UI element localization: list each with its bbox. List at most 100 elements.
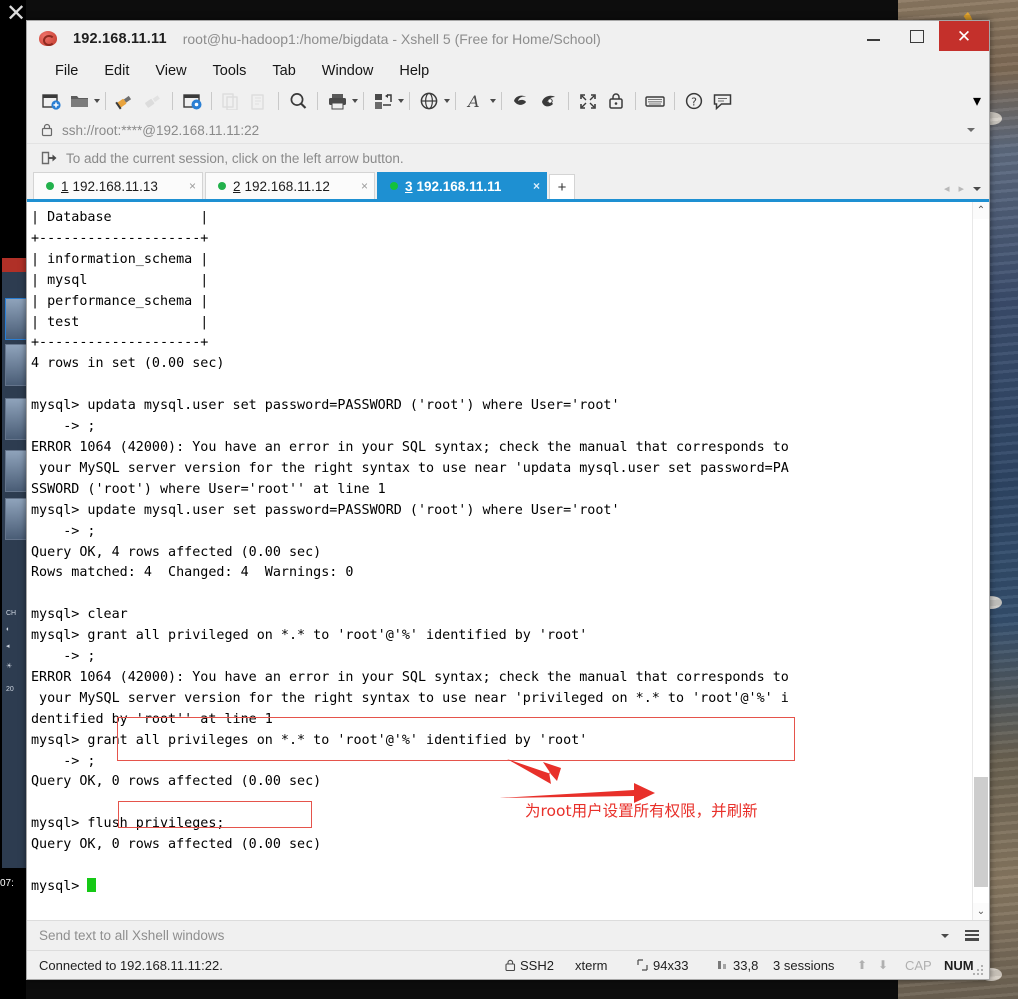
address-bar-dropdown-icon[interactable]	[967, 128, 975, 132]
terminal-line: Query OK, 0 rows affected (0.00 sec)	[31, 774, 322, 790]
menu-item-edit[interactable]: Edit	[94, 61, 139, 81]
terminal-line: -> ;	[31, 523, 96, 539]
terminal-line: SSWORD ('root') where User='root'' at li…	[31, 481, 386, 497]
tab-close-icon[interactable]: ×	[351, 179, 368, 193]
terminal-line: | mysql |	[31, 272, 209, 288]
window-title-text: root@hu-hadoop1:/home/bigdata - Xshell 5…	[182, 31, 601, 47]
tab-next-icon[interactable]: ▸	[958, 182, 964, 195]
terminal-line: your MySQL server version for the right …	[31, 690, 789, 706]
menu-item-tools[interactable]: Tools	[203, 61, 257, 81]
menu-item-window[interactable]: Window	[312, 61, 384, 81]
print-icon[interactable]	[323, 88, 351, 114]
tab-192-168-11-13[interactable]: 1 192.168.11.13 ×	[33, 172, 203, 199]
background-list-item	[5, 498, 27, 540]
toolbar-overflow-icon[interactable]: ▾	[973, 91, 981, 111]
toolbar-separator	[568, 92, 569, 110]
open-folder-icon[interactable]	[65, 88, 93, 114]
print-dropdown-icon[interactable]	[352, 99, 358, 103]
globe-icon[interactable]	[415, 88, 443, 114]
xshell-window: 192.168.11.11 root@hu-hadoop1:/home/bigd…	[26, 20, 990, 980]
tab-close-icon[interactable]: ×	[179, 179, 196, 193]
session-properties-icon[interactable]	[178, 88, 206, 114]
toolbar-separator	[635, 92, 636, 110]
close-button[interactable]: ✕	[939, 21, 989, 51]
lock-icon	[505, 959, 516, 971]
status-down-arrow-icon: ⬇	[878, 958, 889, 972]
terminal-line: mysql> flush privileges;	[31, 816, 225, 832]
address-bar[interactable]: ssh://root:****@192.168.11.11:22	[27, 117, 989, 144]
transfer-dropdown-icon[interactable]	[398, 99, 404, 103]
resize-grip-icon[interactable]	[973, 964, 985, 976]
background-close-icon[interactable]: ✕	[6, 2, 26, 26]
new-tab-button[interactable]: +	[549, 174, 575, 199]
terminal-scrollbar[interactable]: ⌃ ⌄	[972, 202, 989, 920]
tab-bar: 1 192.168.11.13 × 2 192.168.11.12 × 3 19…	[27, 172, 989, 202]
maximize-button[interactable]	[895, 21, 939, 51]
window-titlebar[interactable]: 192.168.11.11 root@hu-hadoop1:/home/bigd…	[27, 21, 989, 57]
minimize-button[interactable]	[851, 21, 895, 51]
status-cursor-pos: 33,8	[733, 957, 759, 973]
terminal-output[interactable]: | Database | +--------------------+ | info…	[27, 202, 972, 920]
connect-plug-icon[interactable]	[111, 88, 139, 114]
new-session-icon[interactable]	[37, 88, 65, 114]
feedback-icon[interactable]	[708, 88, 736, 114]
xftp-icon[interactable]	[507, 88, 535, 114]
fullscreen-icon[interactable]	[574, 88, 602, 114]
menu-item-tab[interactable]: Tab	[262, 61, 305, 81]
scrollbar-up-arrow[interactable]: ⌃	[973, 202, 989, 219]
terminal-line: mysql> updata mysql.user set password=PA…	[31, 398, 620, 414]
terminal-line: +--------------------+	[31, 335, 209, 351]
tab-label: 192.168.11.12	[244, 178, 330, 194]
menu-item-file[interactable]: File	[45, 61, 88, 81]
font-icon[interactable]: A	[461, 88, 489, 114]
menu-item-help[interactable]: Help	[389, 61, 439, 81]
toolbar-separator	[211, 92, 212, 110]
xagent-icon[interactable]	[535, 88, 563, 114]
transfer-icon[interactable]	[369, 88, 397, 114]
help-icon[interactable]: ?	[680, 88, 708, 114]
window-title-ip: 192.168.11.11	[73, 31, 167, 47]
toolbar-separator	[278, 92, 279, 110]
globe-dropdown-icon[interactable]	[444, 99, 450, 103]
tab-number: 3	[405, 178, 413, 194]
background-window-strip: CH ◐ ◂ ☀ 20 07:	[0, 0, 27, 999]
toolbar-separator	[105, 92, 106, 110]
window-controls: ✕	[851, 21, 989, 51]
terminal-line: mysql> grant all privileges on *.* to 'r…	[31, 732, 588, 748]
tab-192-168-11-11[interactable]: 3 192.168.11.11 ×	[377, 172, 547, 199]
scrollbar-thumb[interactable]	[974, 777, 988, 887]
background-list-item	[5, 298, 27, 340]
status-size: 94x33	[653, 957, 689, 973]
tab-close-icon[interactable]: ×	[523, 179, 540, 193]
terminal-size-icon	[637, 959, 648, 971]
tab-list-dropdown-icon[interactable]	[973, 186, 981, 191]
send-text-dropdown-icon[interactable]	[941, 933, 949, 938]
font-dropdown-icon[interactable]	[490, 99, 496, 103]
status-protocol: SSH2	[520, 957, 554, 973]
keyboard-icon[interactable]	[641, 88, 669, 114]
tab-status-dot-icon	[218, 182, 226, 190]
menu-item-view[interactable]: View	[145, 61, 196, 81]
tab-prev-icon[interactable]: ◂	[944, 182, 950, 195]
find-icon[interactable]	[284, 88, 312, 114]
send-text-bar[interactable]: Send text to all Xshell windows	[27, 920, 989, 950]
toolbar-separator	[501, 92, 502, 110]
tab-192-168-11-12[interactable]: 2 192.168.11.12 ×	[205, 172, 375, 199]
open-folder-dropdown-icon[interactable]	[94, 99, 100, 103]
tab-label: 192.168.11.13	[72, 178, 158, 194]
terminal-line: 4 rows in set (0.00 sec)	[31, 356, 225, 372]
menu-bar: File Edit View Tools Tab Window Help	[27, 57, 989, 85]
add-session-icon[interactable]	[41, 151, 57, 166]
terminal-line: mysql>	[31, 877, 972, 898]
terminal-area: | Database | +--------------------+ | info…	[27, 202, 989, 920]
send-text-menu-icon[interactable]	[965, 930, 979, 941]
scrollbar-down-arrow[interactable]: ⌄	[973, 903, 989, 920]
tab-status-dot-icon	[390, 182, 398, 190]
terminal-line: -> ;	[31, 753, 96, 769]
toolbar: A ? ▾	[27, 85, 989, 117]
lock-icon	[41, 123, 53, 137]
address-bar-url[interactable]: ssh://root:****@192.168.11.11:22	[62, 123, 259, 138]
lock-icon[interactable]	[602, 88, 630, 114]
